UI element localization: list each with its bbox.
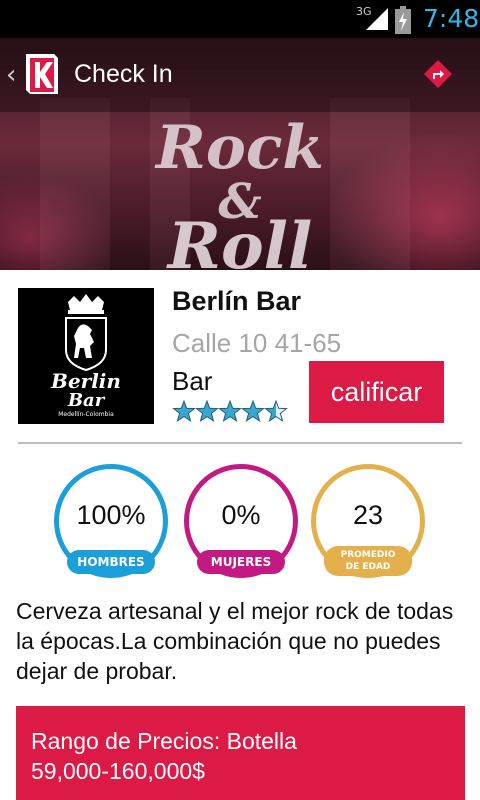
logo-text-2: Bar (67, 390, 106, 411)
stat-label: HOMBRES (67, 550, 155, 574)
venue-header-image: Rock & Roll ‹ Check In (0, 38, 480, 270)
divider (18, 442, 462, 444)
star-icon (241, 400, 265, 423)
logo-text-3: Medellín-Colombia (58, 411, 114, 418)
rate-button[interactable]: calificar (309, 361, 444, 423)
chevron-left-icon[interactable]: ‹ (6, 60, 16, 90)
star-rating (172, 400, 288, 423)
directions-icon[interactable] (424, 60, 452, 88)
venue-type: Bar (172, 366, 213, 396)
stat-label-line1: PROMEDIO (340, 550, 396, 560)
stat-label: MUJERES (197, 550, 285, 574)
status-bar: 3G 7:48 (0, 0, 480, 38)
venue-logo: Berlin Bar Medellín-Colombia (18, 288, 154, 424)
stat-value: 23 (352, 500, 384, 530)
signal-icon (366, 8, 388, 30)
sign-word-3: Roll (166, 209, 313, 270)
stat-women: 0% MUJERES (184, 464, 298, 578)
page-title: Check In (74, 60, 173, 88)
stat-men: 100% HOMBRES (54, 464, 168, 578)
stat-value: 100% (76, 500, 146, 530)
clock: 7:48 (423, 4, 480, 33)
stat-average-age: 23 PROMEDIO DE EDAD (311, 464, 425, 578)
price-range-box: Rango de Precios: Botella 59,000-160,000… (16, 706, 465, 800)
venue-address: Calle 10 41-65 (172, 328, 342, 358)
stat-label: PROMEDIO DE EDAD (324, 546, 412, 576)
price-value: 59,000-160,000$ (31, 758, 205, 784)
action-bar: ‹ Check In (0, 38, 480, 112)
berlin-bar-crest: Berlin Bar Medellín-Colombia (50, 294, 121, 418)
venue-description: Cerveza artesanal y el mejor rock de tod… (16, 598, 454, 684)
star-icon (218, 400, 242, 423)
k-logo-icon[interactable] (24, 52, 60, 96)
venue-name: Berlín Bar (172, 286, 302, 316)
star-icon (195, 400, 219, 423)
stat-label-line2: DE EDAD (345, 562, 391, 572)
battery-charging-icon (395, 6, 411, 34)
price-label: Rango de Precios: Botella (31, 728, 297, 754)
star-icon (264, 400, 288, 423)
star-icon (172, 400, 196, 423)
stat-value: 0% (221, 500, 261, 530)
sign-word-1: Rock (154, 113, 324, 183)
